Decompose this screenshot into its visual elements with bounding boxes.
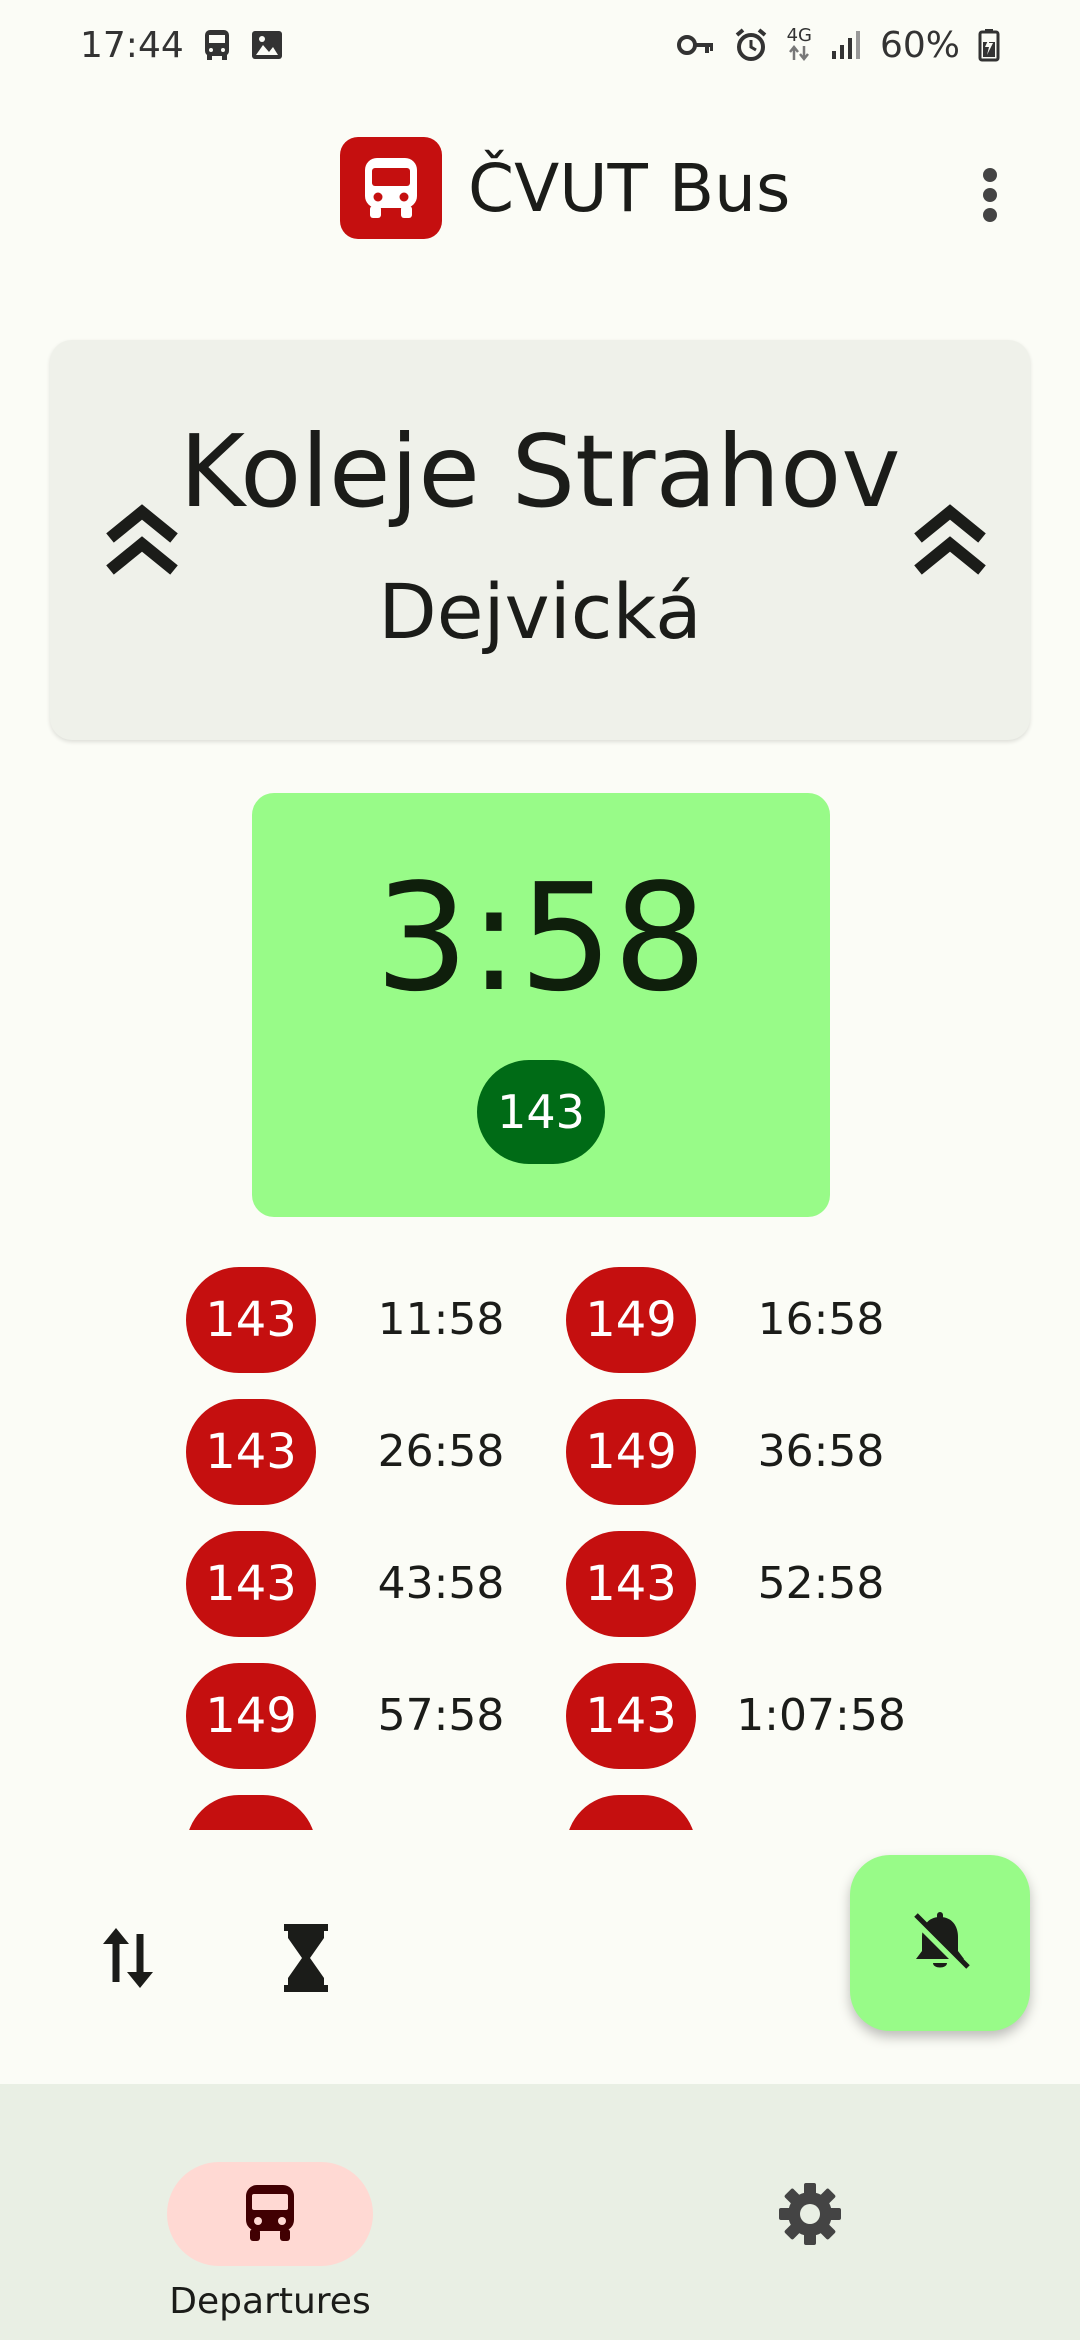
line-badge: 149 [186, 1663, 316, 1769]
next-departure-countdown: 3:58 [374, 852, 708, 1024]
bus-icon [365, 158, 417, 218]
swap-vert-button[interactable] [88, 1918, 168, 1998]
vpn-key-icon [676, 33, 715, 57]
bus-notification-icon [202, 28, 232, 62]
nav-active-indicator [167, 2162, 373, 2266]
image-notification-icon [250, 28, 284, 62]
nav-tab-departures[interactable]: Departures [130, 2124, 410, 2322]
next-departure-line-badge: 143 [477, 1060, 605, 1164]
departure-time: 1:07:58 [736, 1690, 906, 1741]
signal-icon [830, 29, 862, 61]
battery-charging-icon [978, 28, 1000, 62]
battery-percent: 60% [879, 24, 960, 66]
departure-item-partial[interactable] [566, 1795, 926, 1830]
line-badge: 149 [566, 1399, 696, 1505]
swap-direction-right-button[interactable] [910, 500, 990, 580]
departure-item[interactable]: 143 11:58 [186, 1267, 546, 1377]
app-screen: 17:44 4G 60% ČVUT Bus Koleje Strahov Dej… [0, 0, 1080, 2340]
departure-time: 11:58 [377, 1294, 505, 1345]
line-badge: 143 [566, 1531, 696, 1637]
departure-time: 43:58 [377, 1558, 505, 1609]
more-vert-icon [983, 168, 997, 222]
settings-icon [779, 2183, 841, 2245]
departure-time: 36:58 [757, 1426, 885, 1477]
departure-time: 26:58 [377, 1426, 505, 1477]
route-from-stop: Koleje Strahov [179, 413, 901, 530]
nav-label-departures: Departures [169, 2281, 371, 2322]
departure-item[interactable]: 149 57:58 [186, 1663, 546, 1773]
departure-item[interactable]: 143 1:07:58 [566, 1663, 926, 1773]
departure-time: 52:58 [757, 1558, 885, 1609]
departures-list[interactable]: 143 11:58 149 16:58 143 26:58 149 36:58 … [0, 1260, 1080, 1830]
timer-button[interactable] [266, 1918, 346, 1998]
departure-item[interactable]: 143 52:58 [566, 1531, 926, 1641]
bottom-navigation: Departures [0, 2084, 1080, 2340]
line-badge: 149 [566, 1267, 696, 1373]
notifications-toggle-fab[interactable] [850, 1855, 1030, 2031]
alarm-icon [733, 27, 769, 63]
departure-item[interactable]: 143 43:58 [186, 1531, 546, 1641]
departure-time: 16:58 [757, 1294, 885, 1345]
departure-item[interactable]: 149 36:58 [566, 1399, 926, 1509]
data-arrows-icon: 4G [786, 25, 812, 62]
departure-time: 57:58 [377, 1690, 505, 1741]
app-title: ČVUT Bus [468, 150, 791, 227]
line-badge [186, 1795, 316, 1830]
line-badge: 143 [566, 1663, 696, 1769]
status-bar-right: 4G 60% [676, 24, 1000, 66]
app-logo [340, 137, 442, 239]
status-time: 17:44 [80, 24, 184, 66]
route-card[interactable]: Koleje Strahov Dejvická [50, 340, 1030, 740]
departure-time [716, 1795, 926, 1830]
next-departure-card[interactable]: 3:58 143 [252, 793, 830, 1217]
line-badge [566, 1795, 696, 1830]
line-badge: 143 [186, 1399, 316, 1505]
notifications-off-icon [910, 1912, 970, 1973]
departure-item[interactable]: 149 16:58 [566, 1267, 926, 1377]
departure-item-partial[interactable] [186, 1795, 546, 1830]
swap-vert-icon [103, 1928, 153, 1988]
line-badge: 143 [186, 1267, 316, 1373]
hourglass-icon [284, 1924, 328, 1992]
app-bar: ČVUT Bus [0, 130, 1080, 250]
nav-indicator [707, 2162, 913, 2266]
route-to-stop: Dejvická [378, 567, 702, 656]
more-options-button[interactable] [960, 150, 1020, 240]
status-bar: 17:44 4G 60% [0, 0, 1080, 90]
line-badge: 143 [186, 1531, 316, 1637]
bus-icon [246, 2185, 294, 2241]
nav-tab-settings[interactable] [670, 2124, 950, 2314]
network-type-label: 4G [786, 25, 812, 46]
departure-time [336, 1795, 546, 1830]
double-chevron-up-icon [914, 504, 986, 575]
status-bar-left: 17:44 [80, 25, 284, 66]
departure-item[interactable]: 143 26:58 [186, 1399, 546, 1509]
